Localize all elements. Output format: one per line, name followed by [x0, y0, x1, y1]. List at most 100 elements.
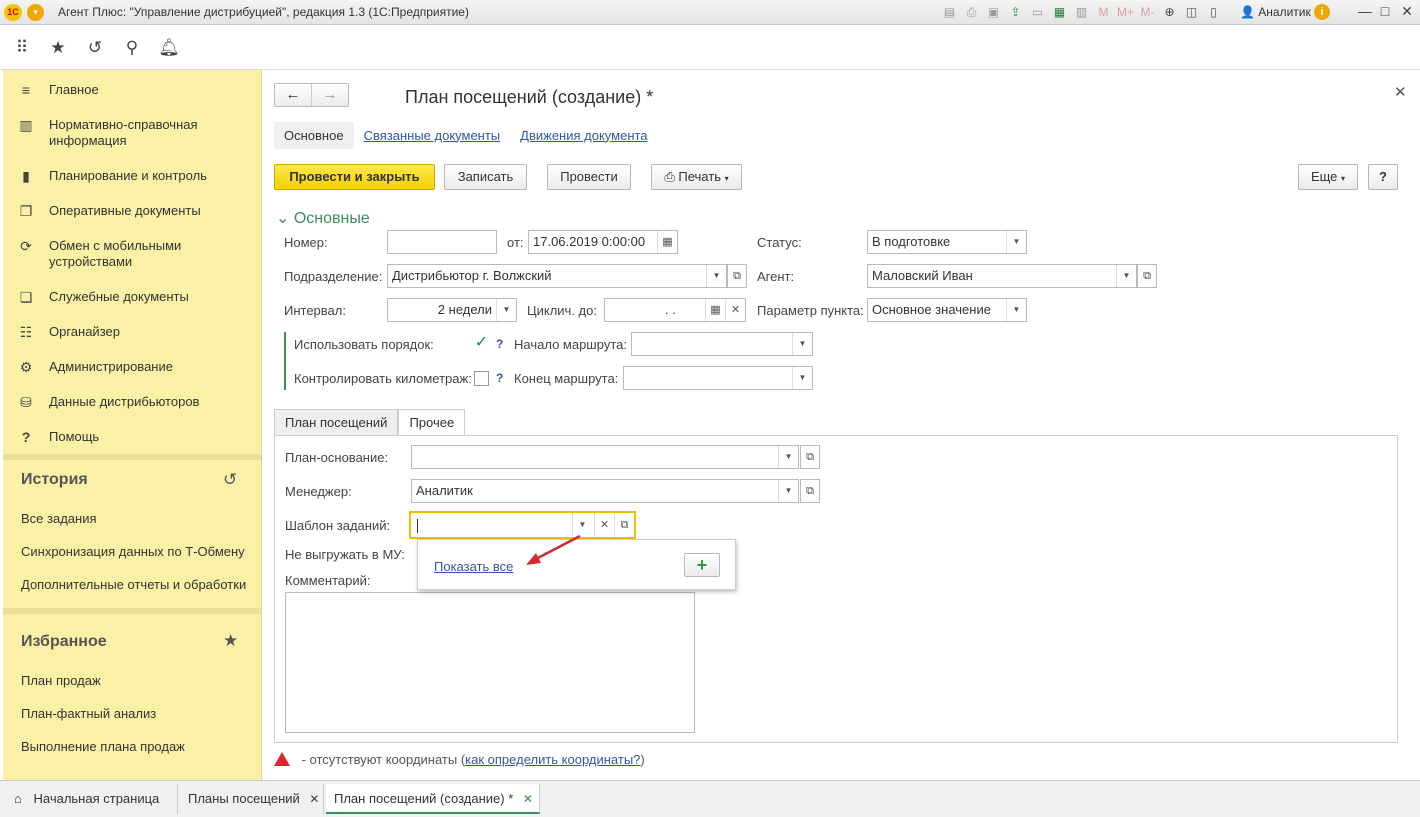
route-end-select[interactable]: ▼	[623, 366, 813, 390]
main-menu-button[interactable]: ▾	[27, 4, 44, 21]
upload-icon[interactable]: ⇪	[1006, 3, 1025, 22]
save-icon[interactable]: ▤	[940, 3, 959, 22]
calc-icon[interactable]: ▦	[1050, 3, 1069, 22]
cycle-until-field[interactable]: . . ▦ ✕	[604, 298, 746, 322]
status-select[interactable]: В подготовке ▼	[867, 230, 1027, 254]
disk-icon[interactable]: ▭	[1028, 3, 1047, 22]
post-button[interactable]: Провести	[547, 164, 631, 190]
history-link[interactable]: Дополнительные отчеты и обработки	[21, 577, 246, 592]
sidebar-item-main[interactable]: ≡ Главное	[3, 82, 261, 102]
star-icon[interactable]: ★	[47, 38, 69, 58]
history-link[interactable]: Синхронизация данных по Т-Обмену	[21, 544, 245, 559]
calendar-icon[interactable]: ▦	[657, 231, 677, 253]
favorites-link[interactable]: План-фактный анализ	[21, 706, 156, 721]
post-and-close-button[interactable]: Провести и закрыть	[274, 164, 435, 190]
chevron-down-icon[interactable]: ▼	[792, 333, 812, 355]
chevron-down-icon[interactable]: ▼	[792, 367, 812, 389]
open-agent-button[interactable]: ⧉	[1137, 264, 1157, 288]
apps-grid-icon[interactable]: ⠿	[11, 38, 33, 58]
maximize-button[interactable]: □	[1374, 3, 1396, 19]
zoom-icon[interactable]: ⊕	[1160, 3, 1179, 22]
tab-other[interactable]: Прочее	[398, 409, 466, 436]
current-user[interactable]: 👤 Аналитик	[1240, 5, 1311, 19]
forward-button[interactable]: →	[311, 84, 348, 106]
interval-select[interactable]: 2 недели ▼	[387, 298, 517, 322]
open-division-button[interactable]: ⧉	[727, 264, 747, 288]
m-button[interactable]: M	[1094, 3, 1113, 22]
window-tab-visit-plan-new[interactable]: План посещений (создание) * ✕	[326, 784, 540, 814]
clear-icon[interactable]: ✕	[594, 513, 614, 537]
sidebar-item-reference[interactable]: ▥ Нормативно-справочная информация	[3, 117, 261, 151]
m-plus-button[interactable]: M+	[1116, 3, 1135, 22]
search-icon[interactable]: ⚲	[121, 38, 143, 58]
panels-icon[interactable]: ◫	[1182, 3, 1201, 22]
comment-textarea[interactable]	[285, 592, 695, 733]
chevron-down-icon[interactable]: ▼	[778, 446, 798, 468]
add-button[interactable]: +	[684, 553, 720, 577]
close-icon[interactable]: ✕	[523, 792, 533, 806]
chevron-down-icon[interactable]: ▼	[778, 480, 798, 502]
close-form-button[interactable]: ✕	[1394, 83, 1407, 101]
window-tab-visit-plans[interactable]: Планы посещений ✕	[180, 784, 324, 814]
tab-visit-plan[interactable]: План посещений	[274, 409, 399, 436]
home-tab[interactable]: ⌂ Начальная страница	[6, 784, 178, 814]
use-order-checkbox[interactable]: ✓	[474, 335, 489, 351]
favorites-link[interactable]: Выполнение плана продаж	[21, 739, 185, 754]
print-icon[interactable]: ⎙	[962, 3, 981, 22]
favorites-link[interactable]: План продаж	[21, 673, 101, 688]
help-mark[interactable]: ?	[496, 337, 503, 351]
chevron-down-icon[interactable]: ▼	[1116, 265, 1136, 287]
subtab-main[interactable]: Основное	[274, 121, 354, 149]
sidebar-item-distributors-data[interactable]: ⛁ Данные дистрибьюторов	[3, 394, 261, 414]
star-icon[interactable]: ★	[223, 631, 238, 651]
subtab-related-documents[interactable]: Связанные документы	[354, 122, 511, 149]
sidebar-item-organizer[interactable]: ☷ Органайзер	[3, 324, 261, 344]
window-icon[interactable]: ▯	[1204, 3, 1223, 22]
date-field[interactable]: 17.06.2019 0:00:00 ▦	[528, 230, 678, 254]
history-icon[interactable]: ↺	[223, 470, 237, 490]
sidebar-item-operational-docs[interactable]: ❐ Оперативные документы	[3, 203, 261, 223]
minimize-button[interactable]: —	[1354, 3, 1376, 19]
number-field[interactable]	[387, 230, 497, 254]
save-button[interactable]: Записать	[444, 164, 527, 190]
more-button[interactable]: Еще ▾	[1298, 164, 1358, 190]
control-km-checkbox[interactable]	[474, 371, 489, 386]
chevron-down-icon[interactable]: ▼	[1006, 231, 1026, 253]
history-icon[interactable]: ↺	[84, 38, 106, 58]
help-button[interactable]: ?	[1368, 164, 1398, 190]
subtab-document-movements[interactable]: Движения документа	[510, 122, 657, 149]
bell-icon[interactable]: 🔔︎	[158, 38, 180, 58]
open-manager-button[interactable]: ⧉	[800, 479, 820, 503]
plan-basis-field[interactable]: ▼	[411, 445, 799, 469]
open-icon[interactable]: ⧉	[614, 513, 634, 537]
coordinates-help-link[interactable]: как определить координаты?	[465, 752, 640, 767]
chevron-down-icon[interactable]: ▼	[496, 299, 516, 321]
open-plan-basis-button[interactable]: ⧉	[800, 445, 820, 469]
division-field[interactable]: Дистрибьютор г. Волжский ▼	[387, 264, 727, 288]
sidebar-item-help[interactable]: ? Помощь	[3, 429, 261, 449]
sidebar-item-service-docs[interactable]: ❏ Служебные документы	[3, 289, 261, 309]
route-start-select[interactable]: ▼	[631, 332, 813, 356]
help-mark[interactable]: ?	[496, 371, 503, 385]
sidebar-item-administration[interactable]: ⚙ Администрирование	[3, 359, 261, 379]
calendar-icon[interactable]: ▥	[1072, 3, 1091, 22]
calendar-icon[interactable]: ▦	[705, 299, 725, 321]
chevron-down-icon[interactable]: ▼	[1006, 299, 1026, 321]
group-main-toggle[interactable]: ⌄ Основные	[276, 208, 370, 228]
point-param-select[interactable]: Основное значение ▼	[867, 298, 1027, 322]
back-button[interactable]: ←	[275, 84, 311, 106]
print-button[interactable]: ⎙ Печать ▾	[651, 164, 742, 190]
sidebar-item-planning[interactable]: ▮ Планирование и контроль	[3, 168, 261, 188]
history-link[interactable]: Все задания	[21, 511, 97, 526]
show-all-link[interactable]: Показать все	[434, 559, 513, 574]
close-icon[interactable]: ✕	[309, 792, 319, 806]
clear-icon[interactable]: ✕	[725, 299, 745, 321]
chevron-down-icon[interactable]: ▼	[706, 265, 726, 287]
agent-field[interactable]: Маловский Иван ▼	[867, 264, 1137, 288]
info-icon[interactable]: i	[1314, 4, 1330, 20]
m-minus-button[interactable]: M-	[1138, 3, 1157, 22]
manager-field[interactable]: Аналитик ▼	[411, 479, 799, 503]
preview-icon[interactable]: ▣	[984, 3, 1003, 22]
close-window-button[interactable]: ✕	[1396, 3, 1418, 20]
sidebar-item-mobile-exchange[interactable]: ⟳ Обмен с мобильными устройствами	[3, 238, 261, 272]
